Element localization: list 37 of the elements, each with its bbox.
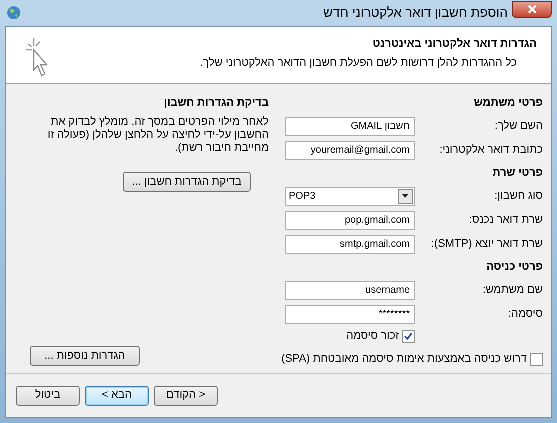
- checkmark-icon: [404, 332, 413, 340]
- globe-icon: [7, 6, 21, 20]
- more-settings-button[interactable]: הגדרות נוספות ...: [30, 346, 140, 366]
- input-field[interactable]: pop.gmail.com: [285, 210, 415, 230]
- footer-button[interactable]: ביטול: [16, 386, 80, 406]
- section-heading: פרטי משתמש: [473, 96, 543, 111]
- field-label: סיסמה:: [507, 306, 543, 322]
- field-label: סוג חשבון:: [494, 188, 543, 204]
- test-settings-button[interactable]: בדיקת הגדרות חשבון ...: [123, 172, 251, 192]
- footer-button[interactable]: הבא >: [85, 386, 149, 406]
- spa-checkbox[interactable]: [530, 352, 543, 366]
- checkbox-label: זכור סיסמה: [346, 328, 399, 344]
- input-field[interactable]: smtp.gmail.com: [285, 234, 415, 254]
- field-label: שרת דואר יוצא (SMTP):: [430, 236, 543, 252]
- dropdown-value: POP3: [288, 190, 317, 204]
- section-heading: פרטי שרת: [492, 166, 543, 181]
- test-description: לאחר מילוי הפרטים במסך זה, מומלץ לבדוק את החשבון על-ידי לחיצה על הלחצן שלהלן (פעולה זו מחייבת חיבור רשת).: [46, 116, 269, 155]
- field-label: כתובת דואר אלקטרוני:: [438, 142, 543, 158]
- window-title: הוספת חשבון דואר אלקטרוני חדש: [324, 4, 508, 22]
- input-field[interactable]: youremail@gmail.com: [285, 140, 415, 160]
- header-title: הגדרות דואר אלקטרוני באינטרנט: [372, 37, 537, 52]
- field-label: השם שלך:: [494, 118, 543, 134]
- account-type-dropdown[interactable]: POP3: [285, 186, 415, 206]
- section-heading: בדיקת הגדרות חשבון: [163, 96, 269, 111]
- input-field[interactable]: ********: [285, 304, 415, 324]
- checkbox-label: דרוש כניסה באמצעות אימות סיסמה מאובטחת (SPA): [282, 352, 527, 367]
- header-description: כל ההגדרות להלן דרושות לשם הפעלת חשבון הדואר האלקטרוני שלך.: [200, 56, 517, 70]
- section-heading: פרטי כניסה: [486, 260, 543, 275]
- close-button[interactable]: [512, 0, 552, 18]
- remember-password-checkbox[interactable]: [402, 330, 415, 342]
- input-field[interactable]: חשבון GMAIL: [285, 116, 415, 136]
- cursor-sparkle-icon: [24, 36, 50, 80]
- close-icon: [528, 4, 536, 14]
- input-field[interactable]: username: [285, 280, 415, 300]
- field-label: שם משתמש:: [482, 282, 543, 298]
- field-label: שרת דואר נכנס:: [468, 212, 543, 228]
- footer-button[interactable]: < הקודם: [154, 386, 218, 406]
